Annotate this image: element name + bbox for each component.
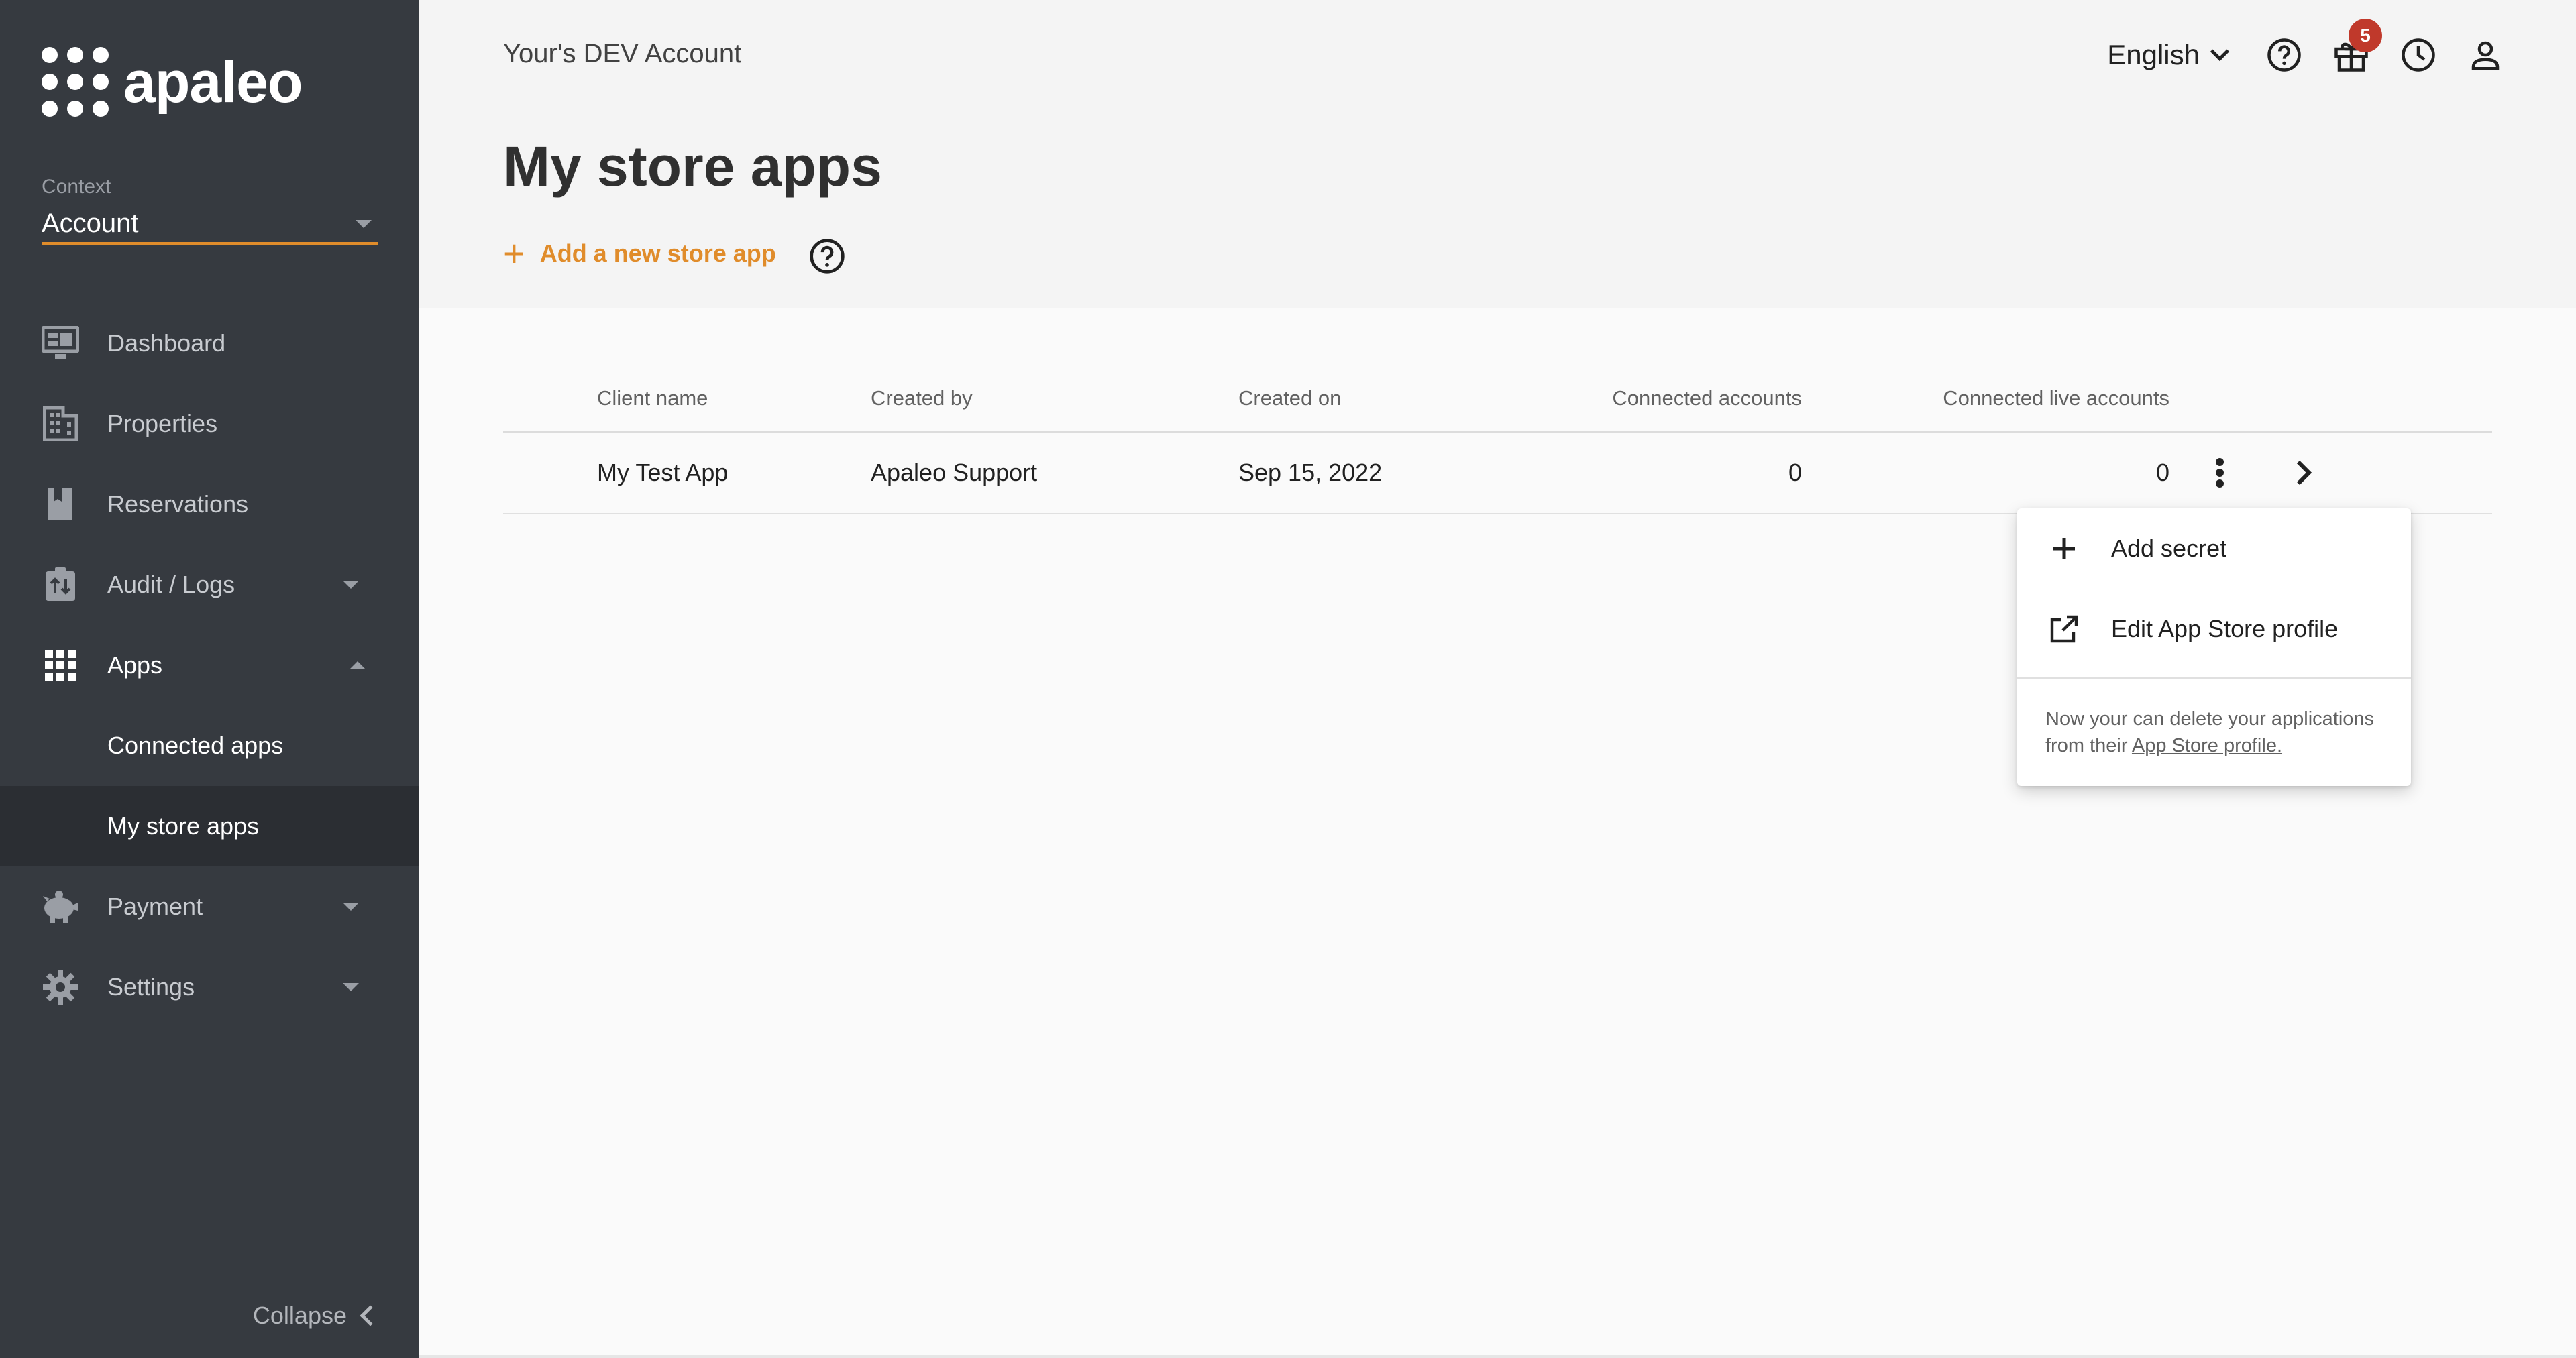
- column-header-connected-accounts[interactable]: Connected accounts: [1520, 386, 1802, 410]
- sidebar-item-label: Reservations: [107, 490, 249, 518]
- page-header: Your's DEV Account English 5 My store ap…: [419, 0, 2576, 308]
- app-store-profile-link[interactable]: App Store profile.: [2132, 735, 2282, 756]
- clipboard-swap-icon: [42, 566, 79, 604]
- context-value-field[interactable]: Account: [42, 205, 378, 245]
- sidebar-item-label: Dashboard: [107, 329, 226, 357]
- row-open-button[interactable]: [2270, 459, 2337, 486]
- history-button[interactable]: [2385, 32, 2452, 78]
- help-icon: [810, 239, 845, 274]
- user-menu-button[interactable]: [2452, 32, 2519, 78]
- account-name: Your's DEV Account: [503, 39, 742, 68]
- plus-icon: [2045, 530, 2083, 567]
- building-icon: [42, 405, 79, 443]
- context-value: Account: [42, 209, 139, 238]
- expand-arrow-icon: [343, 581, 359, 589]
- sidebar-item-label: Payment: [107, 893, 203, 920]
- collapse-label: Collapse: [252, 1302, 347, 1329]
- menu-item-label: Edit App Store profile: [2111, 615, 2339, 642]
- column-header-connected-live-accounts[interactable]: Connected live accounts: [1802, 386, 2169, 410]
- sidebar-item-label: Settings: [107, 973, 195, 1001]
- menu-note: Now your can delete your applications fr…: [2017, 679, 2411, 786]
- more-vertical-icon: [2216, 458, 2224, 488]
- logo-wordmark: apaleo: [123, 50, 303, 115]
- main-content: Your's DEV Account English 5 My store ap…: [419, 0, 2576, 1358]
- sidebar-nav: Dashboard Properties Reservations Audit …: [0, 303, 419, 1027]
- cell-created-on: Sep 15, 2022: [1238, 459, 1383, 486]
- sidebar-item-properties[interactable]: Properties: [0, 384, 419, 464]
- plus-icon: +: [503, 232, 525, 274]
- top-toolbar: English 5: [2107, 19, 2519, 78]
- gear-icon: [42, 968, 79, 1006]
- collapse-sidebar-button[interactable]: Collapse: [252, 1302, 381, 1330]
- menu-item-edit-app-store-profile[interactable]: Edit App Store profile: [2017, 589, 2411, 669]
- sidebar-item-dashboard[interactable]: Dashboard: [0, 303, 419, 384]
- expand-arrow-icon: [343, 983, 359, 991]
- sidebar-item-label: Apps: [107, 651, 163, 679]
- sidebar-item-connected-apps[interactable]: Connected apps: [0, 705, 419, 786]
- column-header-created-on[interactable]: Created on: [1238, 386, 1520, 410]
- sidebar-item-label: Properties: [107, 410, 218, 437]
- bottom-divider: [419, 1355, 2576, 1358]
- context-select[interactable]: Context Account: [42, 176, 378, 245]
- column-header-created-by[interactable]: Created by: [871, 386, 1238, 410]
- sidebar-item-reservations[interactable]: Reservations: [0, 464, 419, 545]
- sidebar-item-audit-logs[interactable]: Audit / Logs: [0, 545, 419, 625]
- user-icon: [2471, 41, 2500, 70]
- help-icon: [2267, 38, 2301, 72]
- store-app-help-button[interactable]: [808, 237, 846, 278]
- table-row[interactable]: My Test App Apaleo Support Sep 15, 2022 …: [503, 433, 2492, 514]
- help-button[interactable]: [2251, 32, 2318, 78]
- open-in-new-icon: [2045, 610, 2083, 648]
- sidebar-item-label: Audit / Logs: [107, 571, 235, 598]
- cell-connected-live-accounts: 0: [2155, 459, 2169, 486]
- collapse-arrow-icon: [350, 661, 366, 669]
- row-actions-menu: Add secret Edit App Store profile Now yo…: [2017, 508, 2411, 786]
- logo-mark-icon: [42, 47, 110, 118]
- apps-grid-icon: [42, 646, 79, 684]
- language-value: English: [2107, 39, 2200, 70]
- expand-arrow-icon: [343, 903, 359, 911]
- sidebar-item-apps[interactable]: Apps: [0, 625, 419, 705]
- chevron-left-icon: [360, 1305, 381, 1326]
- sidebar-item-settings[interactable]: Settings: [0, 947, 419, 1027]
- page-title: My store apps: [503, 135, 882, 198]
- apaleo-logo[interactable]: apaleo: [42, 47, 303, 118]
- whats-new-button[interactable]: 5: [2318, 19, 2385, 78]
- cell-connected-accounts: 0: [1788, 459, 1802, 486]
- row-actions-button[interactable]: [2169, 457, 2270, 489]
- piggy-bank-icon: [42, 888, 79, 925]
- sidebar-item-my-store-apps[interactable]: My store apps: [0, 786, 419, 866]
- menu-item-label: Add secret: [2111, 534, 2227, 562]
- menu-item-add-secret[interactable]: Add secret: [2017, 508, 2411, 589]
- language-select[interactable]: English: [2107, 39, 2230, 71]
- cell-client-name: My Test App: [597, 459, 729, 486]
- sidebar: apaleo Context Account Dashboard Propert…: [0, 0, 419, 1358]
- clock-icon: [2402, 38, 2435, 72]
- column-header-client-name[interactable]: Client name: [503, 386, 871, 410]
- store-apps-table: Client name Created by Created on Connec…: [503, 365, 2492, 514]
- bookmark-book-icon: [42, 486, 79, 523]
- monitor-icon: [42, 325, 79, 362]
- sidebar-item-payment[interactable]: Payment: [0, 866, 419, 947]
- chevron-right-icon: [2296, 460, 2312, 486]
- context-label: Context: [42, 176, 111, 198]
- add-store-app-label: Add a new store app: [539, 239, 776, 267]
- chevron-down-icon: [2210, 42, 2230, 62]
- dropdown-arrow-icon: [356, 219, 372, 228]
- table-header: Client name Created by Created on Connec…: [503, 365, 2492, 433]
- add-store-app-button[interactable]: + Add a new store app: [503, 235, 776, 272]
- notification-badge: 5: [2349, 19, 2382, 52]
- cell-created-by: Apaleo Support: [871, 459, 1038, 486]
